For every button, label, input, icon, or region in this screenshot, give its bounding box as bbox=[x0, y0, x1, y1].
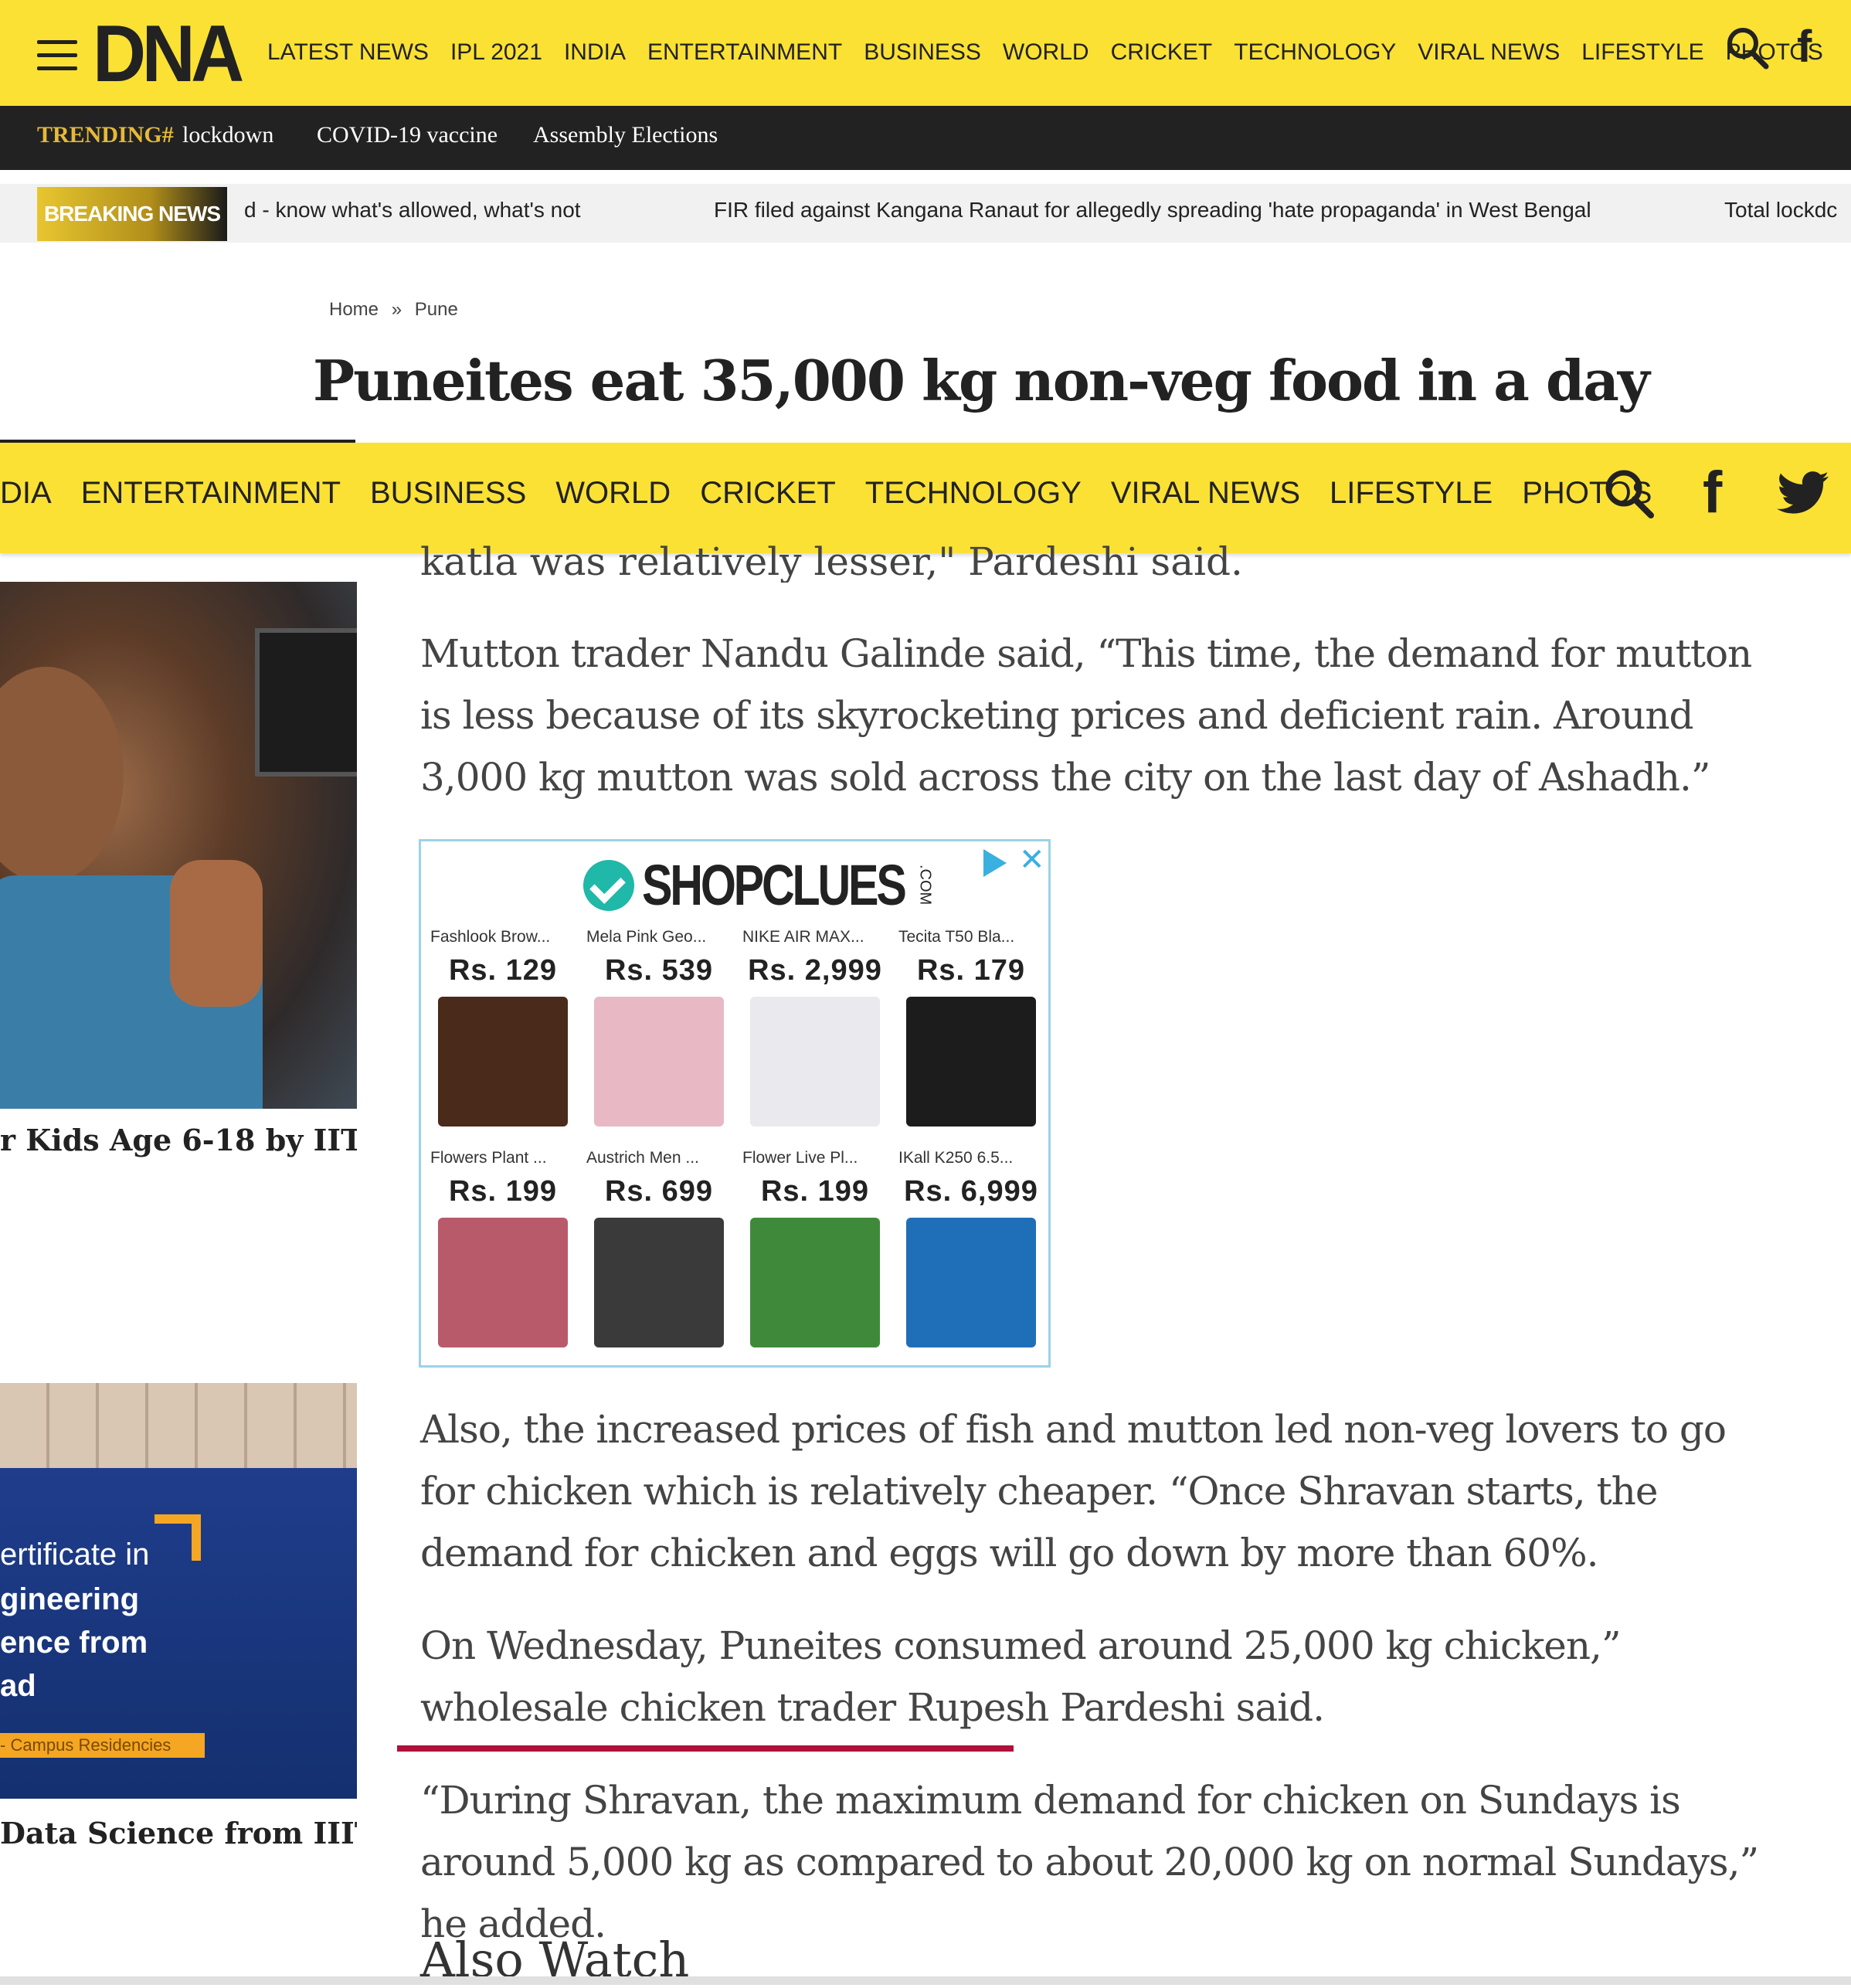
quote-divider bbox=[397, 1745, 1014, 1752]
breadcrumb-separator: » bbox=[391, 299, 402, 320]
ad-product-image bbox=[594, 1218, 724, 1347]
nav-item-world[interactable]: WORLD bbox=[1003, 37, 1089, 68]
article-paragraph: “During Shravan, the maximum demand for … bbox=[420, 1778, 1759, 1946]
ad-product[interactable]: Flower Live Pl... Rs. 199 bbox=[738, 1149, 892, 1347]
search-icon[interactable] bbox=[1602, 467, 1656, 521]
ad-product[interactable]: Mela Pink Geo... Rs. 539 bbox=[582, 928, 736, 1127]
ad-product[interactable]: Flowers Plant ... Rs. 199 bbox=[426, 1149, 580, 1347]
promo-badge: - Campus Residencies bbox=[0, 1733, 205, 1758]
search-icon[interactable] bbox=[1724, 25, 1771, 71]
breadcrumb-pune[interactable]: Pune bbox=[415, 299, 458, 320]
shopclues-logo[interactable]: SHOPCLUES .COM bbox=[583, 852, 934, 918]
ad-product-price: Rs. 129 bbox=[448, 954, 558, 987]
ad-product-price: Rs. 179 bbox=[916, 954, 1026, 987]
ad-product-price: Rs. 539 bbox=[604, 954, 714, 987]
breaking-item[interactable]: d - know what's allowed, what's not bbox=[244, 198, 581, 223]
nav-item-viral-news[interactable]: VIRAL NEWS bbox=[1418, 37, 1560, 68]
sticky-nav-item-india[interactable]: DIA bbox=[0, 473, 52, 513]
sticky-nav: DIA ENTERTAINMENT BUSINESS WORLD CRICKET… bbox=[0, 473, 1681, 513]
sticky-nav-item-entertainment[interactable]: ENTERTAINMENT bbox=[81, 473, 341, 513]
article-paragraph: Also, the increased prices of fish and m… bbox=[420, 1407, 1727, 1575]
promo-image-text: ertificate in bbox=[0, 1538, 150, 1572]
breaking-item[interactable]: Total lockdc bbox=[1724, 198, 1851, 223]
check-icon bbox=[583, 859, 634, 911]
ad-product-price: Rs. 2,999 bbox=[748, 954, 882, 987]
ad-product[interactable]: Fashlook Brow... Rs. 129 bbox=[426, 928, 580, 1127]
promo-title[interactable]: r Kids Age 6-18 by IIT/ bbox=[0, 1123, 357, 1157]
ad-product-name: Flowers Plant ... bbox=[430, 1149, 547, 1167]
sticky-nav-item-world[interactable]: WORLD bbox=[555, 473, 671, 513]
nav-item-india[interactable]: INDIA bbox=[564, 37, 626, 68]
sticky-nav-item-business[interactable]: BUSINESS bbox=[370, 473, 526, 513]
site-logo[interactable]: DNA bbox=[93, 14, 244, 94]
nav-item-latest-news[interactable]: LATEST NEWS bbox=[267, 37, 429, 68]
ad-product-image bbox=[438, 1218, 568, 1347]
ad-product-name: Fashlook Brow... bbox=[430, 928, 551, 946]
article-paragraph: Mutton trader Nandu Galinde said, “This … bbox=[420, 631, 1752, 800]
breaking-item[interactable]: FIR filed against Kangana Ranaut for all… bbox=[714, 198, 1591, 223]
trending-label: TRENDING# bbox=[37, 122, 174, 148]
bottom-edge bbox=[0, 1976, 1851, 1985]
promo-image-text: ad bbox=[0, 1669, 36, 1703]
ad-product-name: Austrich Men ... bbox=[586, 1149, 699, 1167]
ad-product-name: NIKE AIR MAX... bbox=[742, 928, 864, 946]
article-paragraph: On Wednesday, Puneites consumed around 2… bbox=[420, 1623, 1622, 1730]
trending-item-covid-vaccine[interactable]: COVID-19 vaccine bbox=[317, 122, 498, 148]
sticky-nav-item-lifestyle[interactable]: LIFESTYLE bbox=[1330, 473, 1493, 513]
ad-product-image bbox=[906, 997, 1036, 1127]
ad-product-name: Tecita T50 Bla... bbox=[898, 928, 1015, 946]
ad-product-name: Mela Pink Geo... bbox=[586, 928, 707, 946]
ad-product[interactable]: Tecita T50 Bla... Rs. 179 bbox=[894, 928, 1048, 1127]
ad-product-image bbox=[906, 1218, 1036, 1347]
ad-product[interactable]: Austrich Men ... Rs. 699 bbox=[582, 1149, 736, 1347]
page-title: Puneites eat 35,000 kg non-veg food in a… bbox=[313, 348, 1650, 413]
sticky-nav-item-technology[interactable]: TECHNOLOGY bbox=[865, 473, 1082, 513]
adchoices-icon[interactable] bbox=[983, 849, 1007, 877]
ad-product-image bbox=[750, 1218, 880, 1347]
shopclues-ad[interactable]: SHOPCLUES .COM ✕ Fashlook Brow... Rs. 129… bbox=[419, 839, 1051, 1368]
promo-image-text: ence from bbox=[0, 1626, 148, 1660]
twitter-icon[interactable] bbox=[1777, 470, 1831, 518]
ad-product-image bbox=[438, 997, 568, 1127]
ad-product-name: IKall K250 6.5... bbox=[898, 1149, 1014, 1167]
trending-item-lockdown[interactable]: lockdown bbox=[182, 122, 273, 148]
promo-image-kids-coding[interactable] bbox=[0, 582, 357, 1109]
main-nav: LATEST NEWS IPL 2021 INDIA ENTERTAINMENT… bbox=[267, 37, 1845, 68]
facebook-icon[interactable]: f bbox=[1703, 460, 1722, 525]
ad-product-price: Rs. 6,999 bbox=[904, 1175, 1038, 1208]
nav-item-business[interactable]: BUSINESS bbox=[864, 37, 981, 68]
breadcrumb-home[interactable]: Home bbox=[329, 299, 379, 320]
nav-item-technology[interactable]: TECHNOLOGY bbox=[1234, 37, 1396, 68]
nav-item-ipl-2021[interactable]: IPL 2021 bbox=[450, 37, 542, 68]
article-partial-line: katla was relatively lesser," Pardeshi s… bbox=[420, 539, 1243, 583]
nav-item-entertainment[interactable]: ENTERTAINMENT bbox=[647, 37, 842, 68]
breaking-news-label: BREAKING NEWS bbox=[37, 187, 227, 241]
ad-product[interactable]: NIKE AIR MAX... Rs. 2,999 bbox=[738, 928, 892, 1127]
trending-bar bbox=[0, 106, 1851, 170]
ad-product-name: Flower Live Pl... bbox=[742, 1149, 858, 1167]
facebook-icon[interactable]: f bbox=[1797, 23, 1812, 71]
nav-item-lifestyle[interactable]: LIFESTYLE bbox=[1581, 37, 1703, 68]
ad-product-price: Rs. 699 bbox=[604, 1175, 714, 1208]
close-icon[interactable]: ✕ bbox=[1019, 843, 1045, 877]
breadcrumb: Home » Pune bbox=[329, 299, 466, 321]
menu-icon[interactable] bbox=[37, 40, 77, 70]
ad-product-image bbox=[750, 997, 880, 1127]
trending-item-assembly-elections[interactable]: Assembly Elections bbox=[533, 122, 718, 148]
ad-product-price: Rs. 199 bbox=[448, 1175, 558, 1208]
promo-title[interactable]: Data Science from IIIT bbox=[0, 1816, 357, 1850]
ad-product[interactable]: IKall K250 6.5... Rs. 6,999 bbox=[894, 1149, 1048, 1347]
sticky-nav-item-viral-news[interactable]: VIRAL NEWS bbox=[1111, 473, 1300, 513]
ad-product-image bbox=[594, 997, 724, 1127]
sticky-nav-item-cricket[interactable]: CRICKET bbox=[700, 473, 836, 513]
hidden-text-line bbox=[433, 429, 1700, 443]
ad-product-price: Rs. 199 bbox=[760, 1175, 870, 1208]
nav-item-cricket[interactable]: CRICKET bbox=[1111, 37, 1213, 68]
promo-image-text: gineering bbox=[0, 1582, 140, 1616]
promo-image-certificate[interactable]: ertificate in gineering ence from ad - C… bbox=[0, 1383, 357, 1799]
